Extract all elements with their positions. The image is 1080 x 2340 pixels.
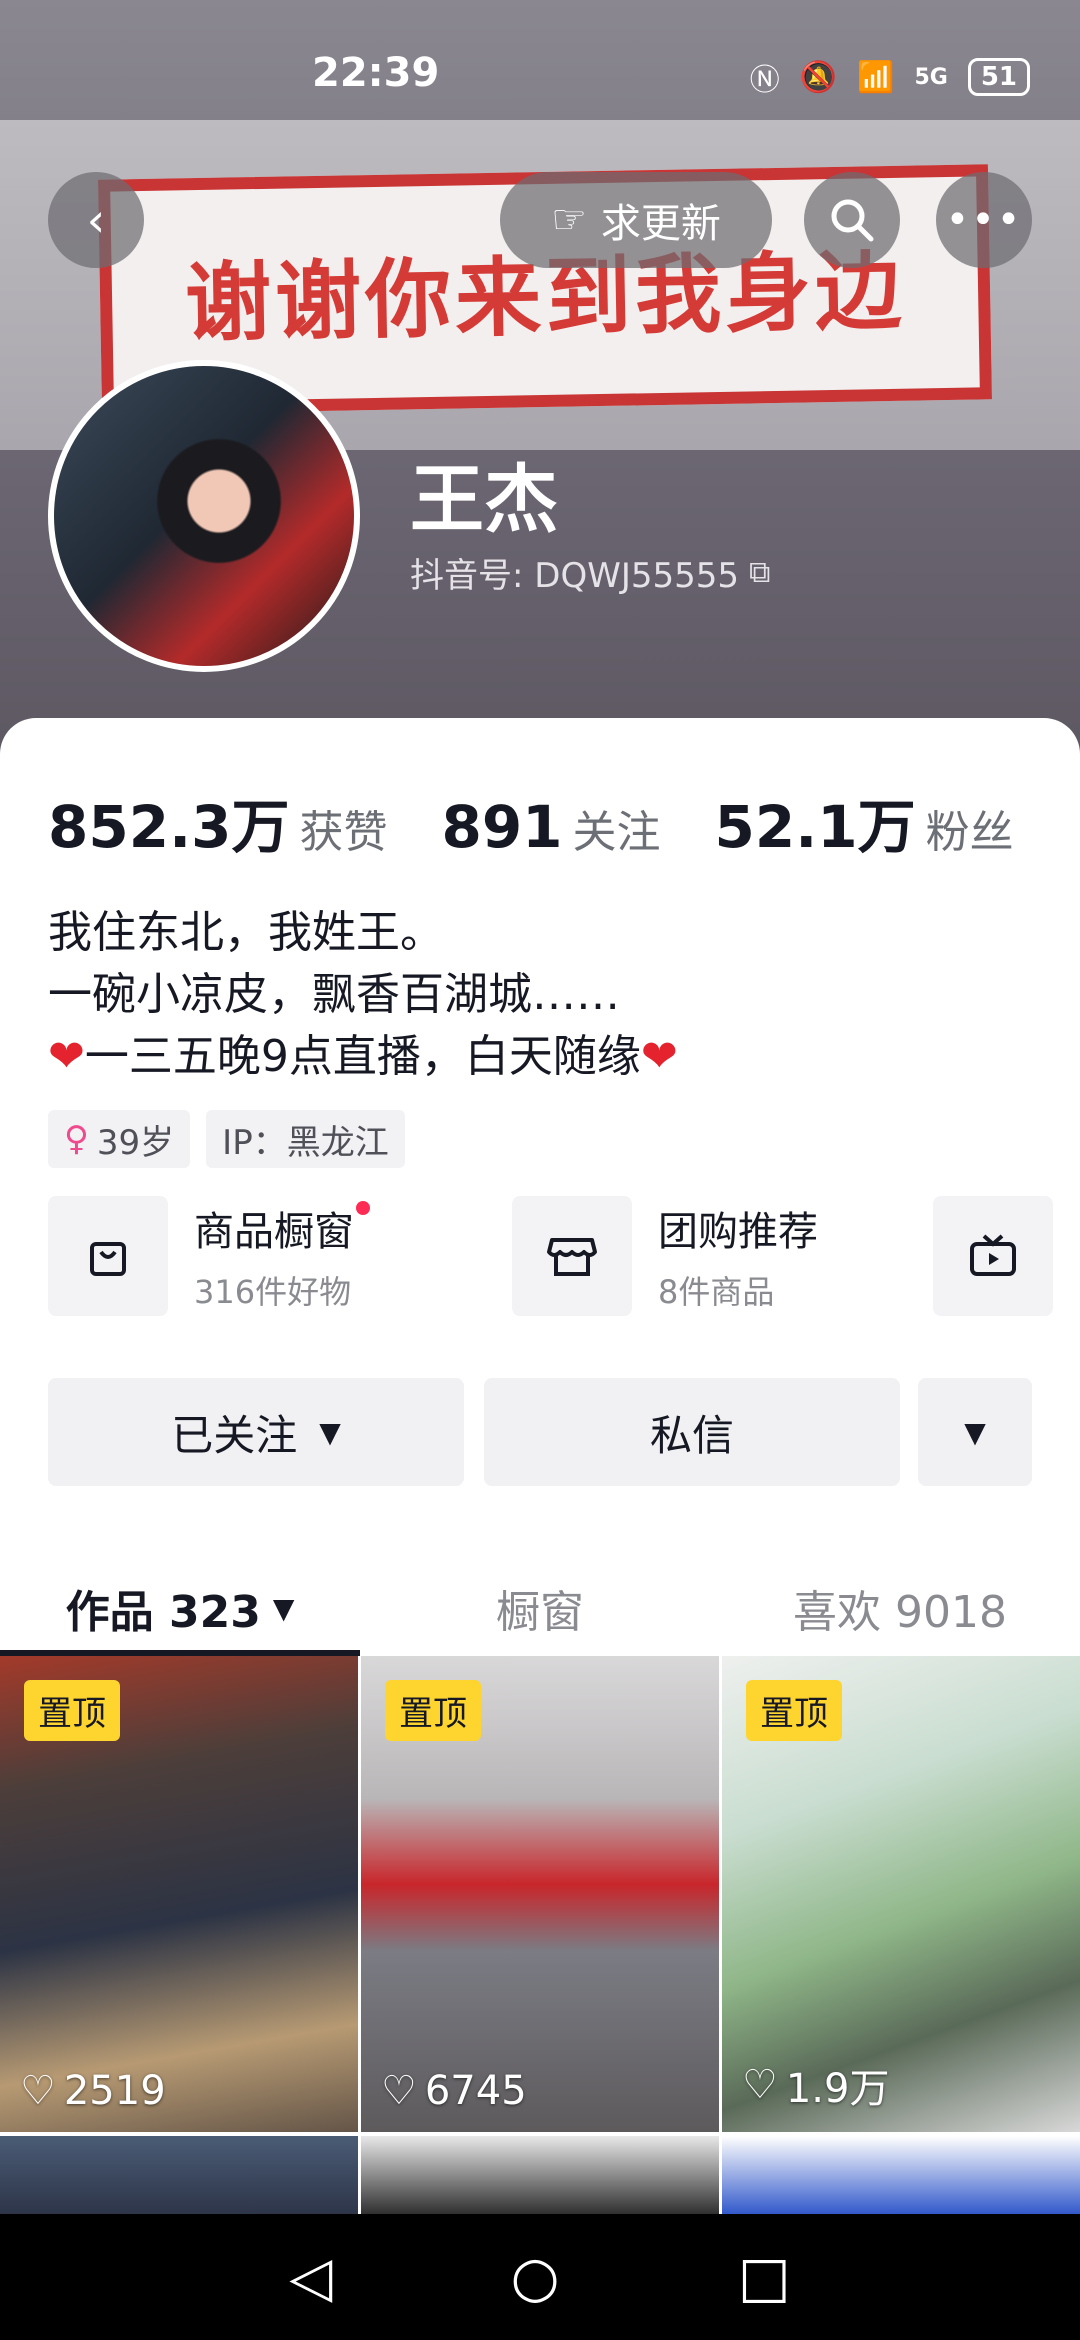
caret-down-icon: ▼ (964, 1415, 986, 1449)
mute-icon: 🔕 (799, 59, 838, 95)
heart-outline-icon: ♡ (20, 2068, 56, 2114)
message-button[interactable]: 私信 (484, 1378, 900, 1486)
status-icons: Ⓝ 🔕 📶 5G 51 (750, 55, 1030, 99)
ip-text: IP：黑龙江 (222, 1122, 389, 1163)
wifi-icon: 📶 (857, 59, 895, 95)
ip-tag: IP：黑龙江 (206, 1110, 405, 1168)
shopping-bag-icon (48, 1196, 168, 1316)
profile-actions: 已关注 ▼ 私信 ▼ (48, 1378, 1032, 1486)
store-icon (512, 1196, 632, 1316)
bio-line-live: ❤一三五晚9点直播，白天随缘❤ (48, 1026, 678, 1088)
heart-icon: ❤ (640, 1031, 678, 1082)
profile-name: 王杰 (410, 457, 558, 543)
heart-icon: ❤ (48, 1031, 85, 1082)
group-buy-count: 8件商品 (658, 1273, 775, 1311)
tab-works[interactable]: 作品 323 ▼ (0, 1558, 360, 1658)
stat-following[interactable]: 891 关注 (441, 793, 660, 861)
caret-down-icon: ▼ (272, 1591, 295, 1625)
request-update-label: 求更新 (600, 201, 721, 247)
tab-works-label: 作品 323 (65, 1587, 261, 1638)
stat-value: 52.1万 (714, 793, 916, 861)
message-label: 私信 (649, 1410, 734, 1460)
profile-bio: 我住东北，我姓王。 一碗小凉皮，飘香百湖城…… ❤一三五晚9点直播，白天随缘❤ (48, 902, 678, 1088)
shop-entries: 商品橱窗 316件好物 团购推荐 8件商品 (48, 1196, 1080, 1320)
age-text: 39岁 (96, 1122, 175, 1163)
video-thumbnail[interactable] (0, 2136, 358, 2216)
back-button[interactable]: ‹ (48, 172, 144, 268)
bio-line: 我住东北，我姓王。 (48, 907, 444, 958)
battery-level: 51 (980, 62, 1017, 92)
shop-window-count: 316件好物 (194, 1273, 352, 1311)
video-thumbnail[interactable] (722, 2136, 1080, 2216)
group-buy-entry[interactable]: 团购推荐 8件商品 (512, 1196, 818, 1316)
profile-stats: 852.3万 获赞 891 关注 52.1万 粉丝 (48, 780, 1068, 864)
status-time: 22:39 (312, 50, 440, 96)
following-button[interactable]: 已关注 ▼ (48, 1378, 464, 1486)
search-button[interactable] (804, 172, 900, 268)
stat-value: 891 (441, 793, 563, 861)
douyin-id[interactable]: 抖音号: DQWJ55555 ⧉ (410, 548, 770, 597)
stat-label: 获赞 (299, 807, 388, 858)
tab-showcase[interactable]: 橱窗 (360, 1558, 720, 1658)
nav-back-icon[interactable]: ◁ (289, 2245, 332, 2310)
bio-line: 一碗小凉皮，飘香百湖城…… (48, 969, 620, 1020)
nav-home-icon[interactable]: ○ (511, 2245, 560, 2310)
pinned-badge: 置顶 (24, 1680, 120, 1741)
tab-showcase-label: 橱窗 (496, 1587, 584, 1638)
like-count: ♡ 1.9万 (742, 2062, 890, 2112)
stat-likes[interactable]: 852.3万 获赞 (48, 780, 387, 864)
heart-outline-icon: ♡ (381, 2068, 417, 2114)
status-bar: 22:39 Ⓝ 🔕 📶 5G 51 (0, 0, 1080, 140)
stat-followers[interactable]: 52.1万 粉丝 (715, 780, 1014, 864)
like-count: ♡ 6745 (381, 2068, 527, 2114)
stat-label: 关注 (572, 807, 661, 858)
profile-tags: ♀ 39岁 IP：黑龙江 (48, 1110, 405, 1168)
video-thumbnail[interactable] (361, 2136, 719, 2216)
expand-button[interactable]: ▼ (918, 1378, 1032, 1486)
video-thumbnail[interactable]: 置顶 ♡ 1.9万 (722, 1656, 1080, 2132)
stat-label: 粉丝 (925, 807, 1014, 858)
more-dots-icon: ••• (945, 197, 1023, 243)
profile-tabs: 作品 323 ▼ 橱窗 喜欢 9018 (0, 1558, 1080, 1658)
caret-down-icon: ▼ (319, 1415, 341, 1449)
tv-icon (933, 1196, 1053, 1316)
network-label: 5G (914, 64, 948, 90)
pinned-badge: 置顶 (385, 1680, 481, 1741)
battery-icon: 51 (967, 58, 1030, 96)
search-icon (831, 199, 874, 242)
bio-line: 一三五晚9点直播，白天随缘 (84, 1031, 641, 1082)
like-count: ♡ 2519 (20, 2068, 166, 2114)
request-update-button[interactable]: ☞ 求更新 (500, 172, 772, 268)
douyin-id-text: 抖音号: DQWJ55555 (410, 556, 740, 596)
age-tag: ♀ 39岁 (48, 1110, 191, 1168)
system-nav-bar: ◁ ○ □ (0, 2214, 1080, 2340)
copy-icon[interactable]: ⧉ (749, 555, 770, 590)
stat-value: 852.3万 (48, 793, 290, 861)
shop-window-title: 商品橱窗 (194, 1199, 370, 1257)
tab-likes[interactable]: 喜欢 9018 (720, 1558, 1080, 1658)
heart-outline-icon: ♡ (742, 2062, 778, 2108)
avatar[interactable] (48, 360, 360, 672)
chevron-left-icon: ‹ (86, 193, 106, 247)
pinned-badge: 置顶 (746, 1680, 842, 1741)
tab-likes-label: 喜欢 9018 (793, 1587, 1007, 1638)
video-thumbnail[interactable]: 置顶 ♡ 6745 (361, 1656, 719, 2132)
following-label: 已关注 (171, 1410, 298, 1460)
hand-point-icon: ☞ (551, 197, 587, 243)
video-thumbnail[interactable]: 置顶 ♡ 2519 (0, 1656, 358, 2132)
nfc-icon: Ⓝ (749, 63, 780, 98)
group-buy-title: 团购推荐 (658, 1209, 818, 1255)
notification-dot (356, 1201, 370, 1215)
female-icon: ♀ (64, 1119, 89, 1159)
nav-recents-icon[interactable]: □ (738, 2245, 791, 2310)
more-button[interactable]: ••• (936, 172, 1032, 268)
shop-window-entry[interactable]: 商品橱窗 316件好物 (48, 1196, 370, 1316)
live-entry[interactable] (933, 1196, 1053, 1316)
